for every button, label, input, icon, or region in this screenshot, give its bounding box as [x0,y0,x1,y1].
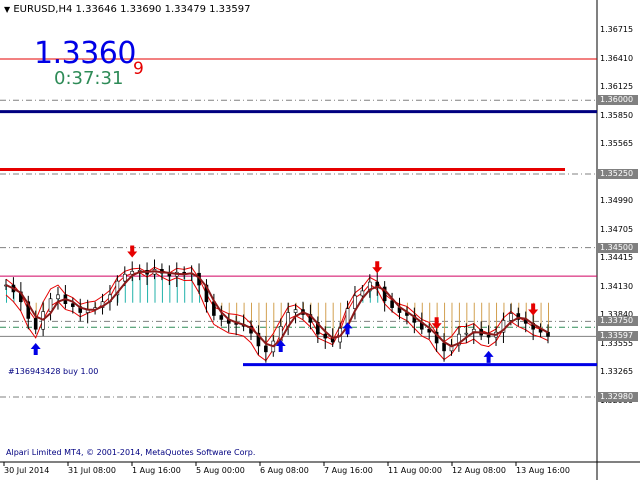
candle-countdown: 0:37:31 [54,68,124,89]
price-level-tag: 1.34500 [598,242,638,253]
price-tick-label: 1.36410 [600,53,634,63]
copyright-text: Alpari Limited MT4, © 2001-2014, MetaQuo… [6,448,256,457]
candle-body [33,318,38,330]
candle-body [323,333,328,339]
current-price-pip: 9 [133,59,144,79]
candle-body [130,270,135,275]
time-tick-label: 5 Aug 00:00 [196,466,245,475]
price-tick-label: 1.34990 [600,196,634,205]
symbol-text: EURUSD,H4 1.33646 1.33690 1.33479 1.3359… [13,4,251,15]
price-tick-label: 1.33265 [600,367,634,376]
candle-body [264,345,268,353]
symbol-info: ▼ EURUSD,H4 1.33646 1.33690 1.33479 1.33… [4,4,250,15]
candle-body [390,300,394,308]
price-level-tag: 1.33750 [598,316,638,327]
price-tick-label: 1.34130 [600,281,634,291]
time-tick-label: 12 Aug 08:00 [452,466,506,475]
price-tick-label: 1.36125 [600,82,634,91]
candle-body [486,334,491,338]
time-tick-label: 1 Aug 16:00 [132,466,181,475]
price-tick-label: 1.34415 [600,253,634,262]
candle-body [71,303,75,307]
time-tick-label: 7 Aug 16:00 [324,466,373,475]
dropdown-triangle-icon[interactable]: ▼ [4,5,10,14]
candle-body [219,315,224,320]
candle-body [464,332,469,335]
time-tick-label: 11 Aug 00:00 [388,466,442,475]
candle-body [353,295,357,309]
candle-body [442,342,446,352]
candle-body [360,290,365,297]
candle-body [509,313,513,321]
time-tick-label: 6 Aug 08:00 [260,466,309,475]
price-tick-label: 1.34705 [600,224,634,234]
candle-body [122,273,127,282]
order-label[interactable]: #136943428 buy 1.00 [8,367,98,376]
time-tick-label: 30 Jul 2014 [4,466,50,475]
price-level-tag: 1.35250 [598,168,638,179]
current-price: 1.3360 [34,36,136,71]
time-tick-label: 13 Aug 16:00 [516,466,570,475]
candle-body [48,298,53,312]
price-tick-label: 1.36715 [600,25,634,34]
price-tick-label: 1.35850 [600,110,634,120]
price-level-tag: 1.32980 [598,392,638,403]
price-level-tag: 1.36000 [598,95,638,106]
time-tick-label: 31 Jul 08:00 [68,466,116,475]
candle-body [56,294,60,300]
price-level-tag: 1.33597 [598,331,638,342]
price-tick-label: 1.35565 [600,139,634,148]
candle-body [293,309,298,313]
